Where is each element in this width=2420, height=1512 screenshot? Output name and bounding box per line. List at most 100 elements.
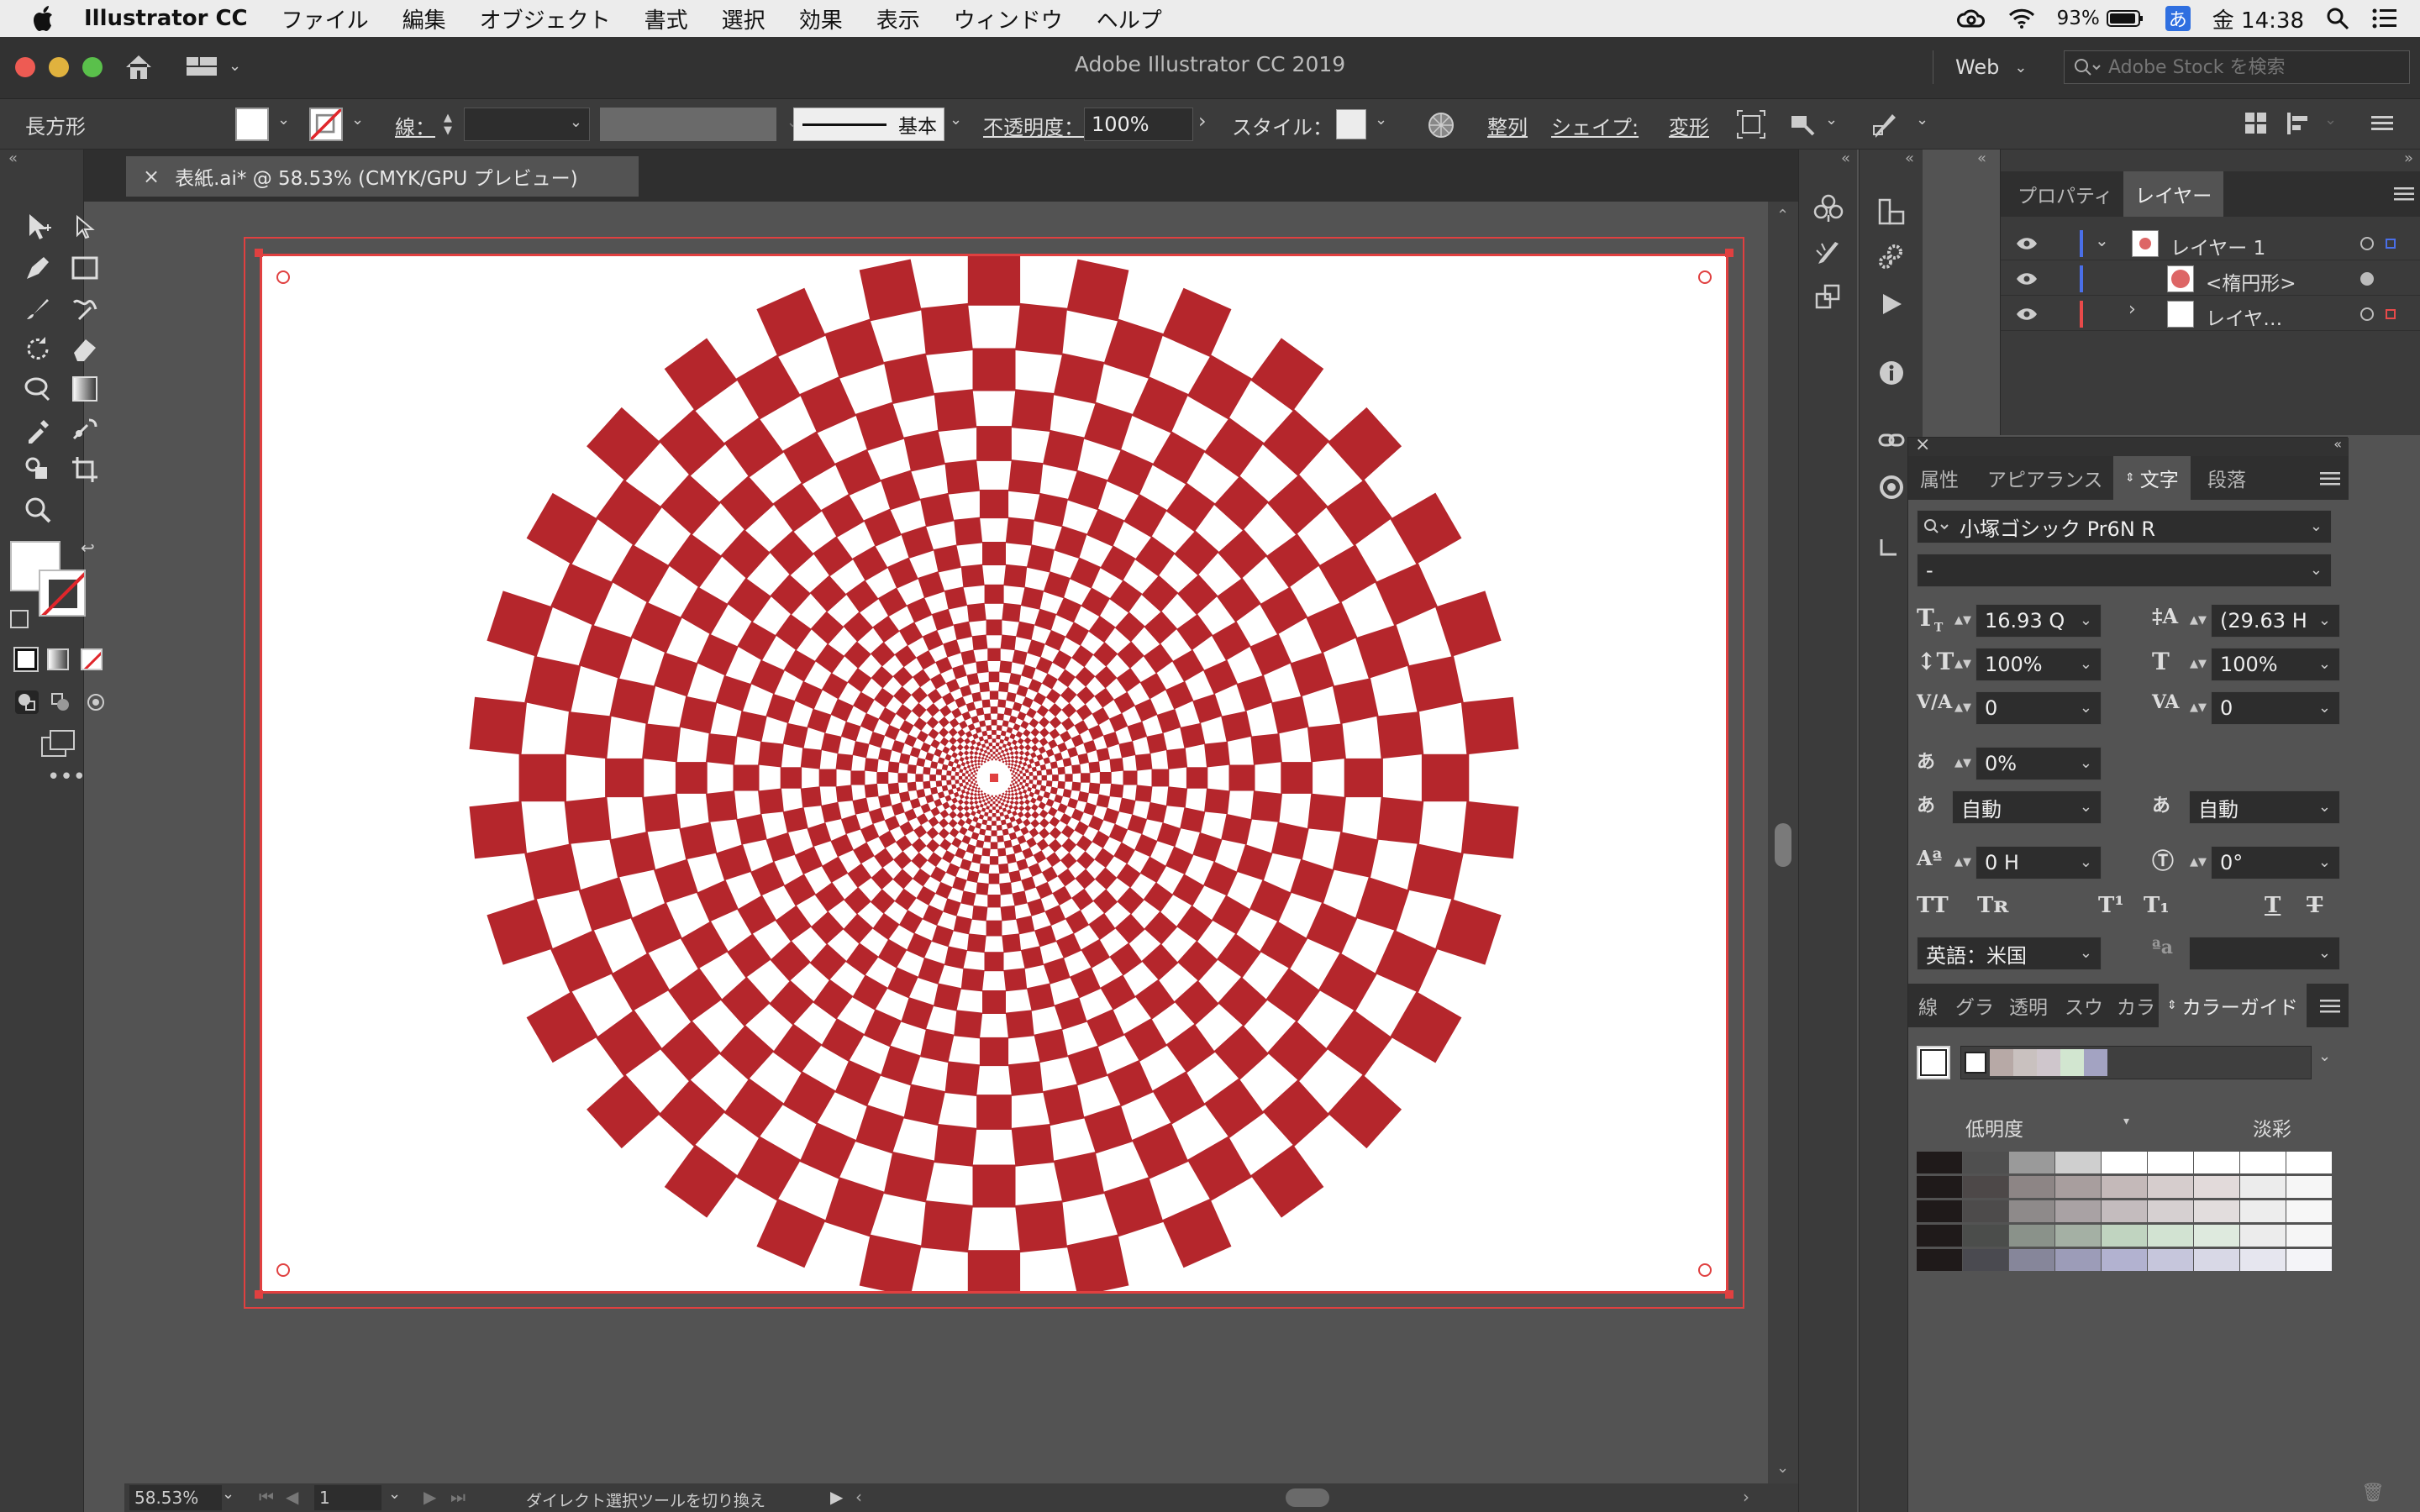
color-variation-swatch[interactable] [2194, 1200, 2239, 1222]
expand-panels-icon[interactable]: « [1841, 150, 1850, 167]
color-variation-swatch[interactable] [2055, 1200, 2101, 1222]
shape-link[interactable]: シェイプ: [1551, 111, 1639, 140]
subscript-icon[interactable]: T₁ [2144, 893, 2170, 918]
transform-panel-icon[interactable] [1876, 197, 1907, 227]
aki-left-field[interactable]: 自動 ⌄ [1952, 790, 2102, 824]
actions-panel-icon[interactable] [1876, 242, 1907, 272]
color-variation-swatch[interactable] [2055, 1249, 2101, 1271]
shaper-tool[interactable] [67, 291, 103, 326]
layer-name[interactable]: レイヤ… [2206, 302, 2282, 331]
trash-icon[interactable]: 🗑 [2361, 1483, 2385, 1504]
baseline-shift-field[interactable]: 0 H ⌄ [1975, 846, 2102, 879]
gradient-mode-button[interactable] [47, 648, 69, 670]
chevron-down-icon[interactable]: ⌄ [2318, 699, 2331, 717]
info-panel-icon[interactable] [1878, 360, 1905, 386]
disclosure-chevron-icon[interactable]: ⌄ [2095, 230, 2109, 250]
color-variation-swatch[interactable] [2148, 1152, 2193, 1173]
chevron-down-icon[interactable]: ⌄ [2080, 798, 2092, 816]
chevron-down-icon[interactable]: ⌄ [2080, 944, 2092, 962]
tab-color-guide[interactable]: ⇕ カラーガイド [2159, 984, 2307, 1027]
color-mode-button[interactable] [13, 647, 39, 672]
color-variation-swatch[interactable] [2286, 1152, 2332, 1173]
panel-menu-icon[interactable] [2371, 114, 2393, 133]
edit-toolbar-icon[interactable]: ••• [47, 764, 86, 790]
color-variation-swatch[interactable] [2240, 1225, 2286, 1247]
opacity-expand-icon[interactable]: › [1198, 109, 1207, 133]
color-variation-swatch[interactable] [1963, 1200, 2008, 1222]
corner-widget[interactable] [276, 270, 290, 284]
scroll-thumb[interactable] [1775, 823, 1791, 867]
selection-handle[interactable] [255, 249, 263, 257]
color-variation-swatch[interactable] [2194, 1152, 2239, 1173]
isolate-group-icon[interactable] [1736, 109, 1766, 139]
harmony-swatch[interactable] [1990, 1049, 2013, 1076]
all-caps-icon[interactable]: TT [1917, 893, 1949, 918]
layer-row[interactable]: › レイヤ… [2001, 297, 2420, 331]
graphic-style-swatch[interactable] [1336, 109, 1366, 139]
color-variation-swatch[interactable] [2055, 1225, 2101, 1247]
layer-name[interactable]: レイヤー 1 [2170, 232, 2265, 260]
anti-aliasing-field[interactable]: ⌄ [2189, 937, 2340, 970]
color-variation-swatch[interactable] [2286, 1200, 2332, 1222]
shape-builder-tool[interactable] [20, 452, 55, 487]
artboard-number-field[interactable]: 1 [314, 1485, 381, 1510]
color-variation-swatch[interactable] [2240, 1152, 2286, 1173]
font-size-stepper[interactable]: ▲▼ [1954, 604, 1972, 638]
canvas-area[interactable] [124, 202, 1773, 1483]
color-variation-swatch[interactable] [2286, 1249, 2332, 1271]
stroke-dropdown-icon[interactable]: ⌄ [351, 111, 364, 129]
selection-indicator[interactable] [2386, 309, 2396, 319]
chevron-down-icon[interactable]: ⌄ [2080, 655, 2092, 673]
chevron-down-icon[interactable]: ⌄ [1916, 111, 1928, 129]
vertical-scrollbar[interactable]: ⌃ ⌄ [1768, 202, 1798, 1483]
paintbrush-tool[interactable] [20, 291, 55, 326]
rotation-stepper[interactable]: ▲▼ [2189, 846, 2207, 879]
chevron-down-icon[interactable]: ⌄ [2310, 517, 2323, 535]
next-artboard-icon[interactable]: ▶ [424, 1487, 436, 1507]
tab-swatches[interactable]: スウ [2056, 984, 2112, 1027]
stroke-weight-label[interactable]: 線： [395, 111, 435, 140]
collapse-panel-icon[interactable]: « [2333, 436, 2342, 452]
tracking-field[interactable]: 0 ⌄ [2211, 691, 2340, 725]
adobe-stock-search[interactable] [2064, 50, 2410, 84]
chevron-down-icon[interactable]: ⌄ [2318, 853, 2331, 871]
color-variation-swatch[interactable] [2240, 1176, 2286, 1198]
width-tool[interactable] [20, 371, 55, 407]
base-color-swatch[interactable] [1917, 1046, 1950, 1079]
collapse-tools-icon[interactable]: « [8, 150, 18, 167]
tab-layers[interactable]: レイヤー [2123, 171, 2224, 217]
color-variation-swatch[interactable] [2286, 1225, 2332, 1247]
color-variation-swatch[interactable] [2194, 1225, 2239, 1247]
chevron-down-icon[interactable]: ⌄ [2318, 655, 2331, 673]
close-tab-icon[interactable]: × [143, 165, 160, 188]
menu-window[interactable]: ウィンドウ [954, 3, 1063, 34]
draw-inside-icon[interactable] [84, 690, 108, 714]
opacity-label[interactable]: 不透明度： [983, 111, 1084, 140]
color-variation-swatch[interactable] [2240, 1200, 2286, 1222]
align-link[interactable]: 整列 [1487, 111, 1528, 140]
color-variation-swatch[interactable] [2102, 1176, 2147, 1198]
selection-handle[interactable] [255, 1290, 263, 1299]
color-variation-swatch[interactable] [2055, 1152, 2101, 1173]
spotlight-search-icon[interactable] [2326, 7, 2349, 30]
font-family-field[interactable]: 小塚ゴシック Pr6N R ⌄ [1917, 510, 2332, 543]
cc-libraries-icon[interactable] [1878, 474, 1905, 501]
document-tab[interactable]: × 表紙.ai* @ 58.53% (CMYK/GPU プレビュー) [126, 156, 639, 197]
color-variation-swatch[interactable] [1917, 1200, 1962, 1222]
menu-file[interactable]: ファイル [281, 3, 369, 34]
chevron-down-icon[interactable]: ⌄ [2318, 944, 2331, 962]
visibility-eye-icon[interactable] [2016, 272, 2038, 286]
chevron-down-icon[interactable]: ⌄ [2324, 111, 2337, 129]
harmony-swatch[interactable] [2084, 1049, 2107, 1076]
variable-width-profile[interactable]: ⌄ [600, 108, 799, 141]
first-artboard-icon[interactable]: ⏮ [259, 1487, 274, 1507]
menu-select[interactable]: 選択 [722, 3, 765, 34]
target-circle-icon[interactable] [2360, 307, 2374, 321]
collapse-panel-icon[interactable]: « [1977, 150, 1986, 167]
variation-dropdown-icon[interactable]: ▾ [2123, 1115, 2129, 1128]
color-variation-swatch[interactable] [1917, 1152, 1962, 1173]
color-variation-swatch[interactable] [2148, 1249, 2193, 1271]
corner-widget[interactable] [1698, 1263, 1712, 1277]
color-variation-swatch[interactable] [1917, 1225, 1962, 1247]
small-caps-icon[interactable]: Tʀ [1977, 893, 2008, 918]
